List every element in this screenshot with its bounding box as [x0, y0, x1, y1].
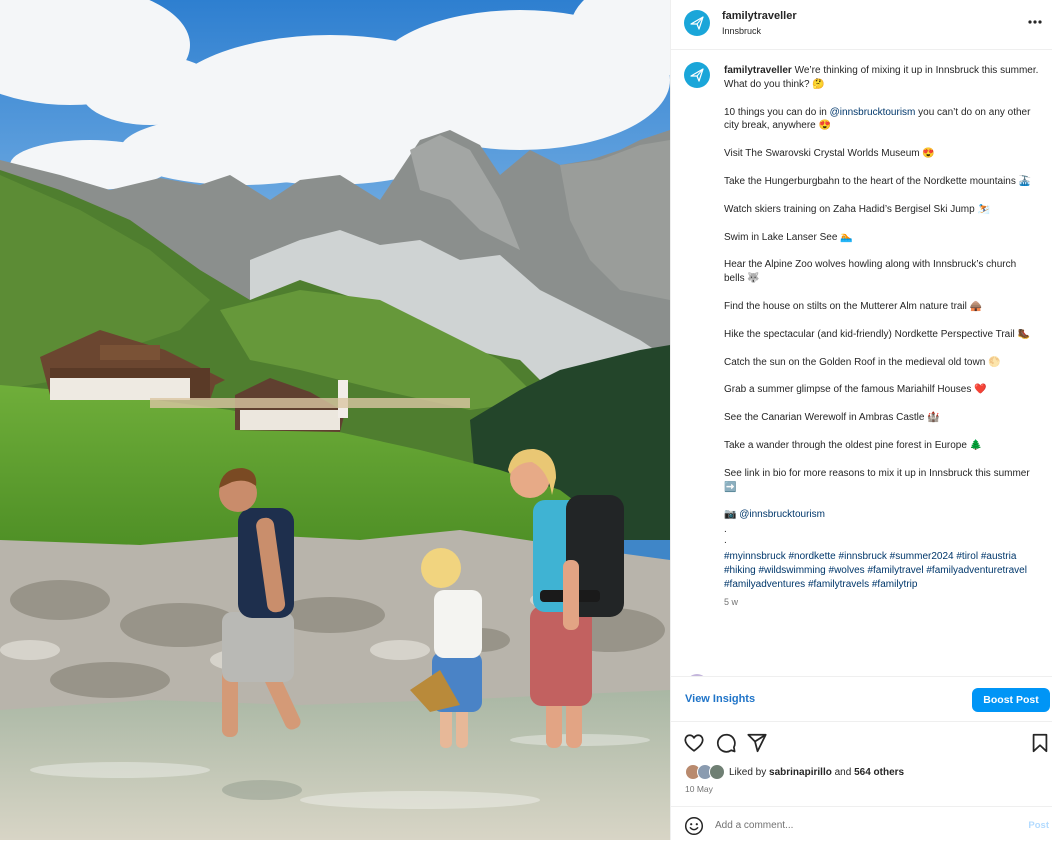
caption-area: familytraveller We’re thinking of mixing…: [671, 51, 1052, 676]
insights-bar: View Insights Boost Post: [671, 676, 1052, 722]
caption-item: Grab a summer glimpse of the famous Mari…: [724, 384, 987, 396]
likes-count[interactable]: 564 others: [854, 767, 904, 778]
caption-paragraph: 10 things you can do in @innsbrucktouris…: [724, 106, 1039, 134]
hashtag-link[interactable]: #familyadventuretravel: [926, 565, 1027, 576]
paper-plane-logo-icon: [690, 68, 704, 82]
post-date: 10 May: [685, 784, 713, 794]
send-icon: [747, 733, 767, 753]
like-button[interactable]: [683, 732, 707, 756]
emoji-button[interactable]: [684, 816, 704, 836]
more-options-button[interactable]: [1025, 12, 1045, 32]
comment-input[interactable]: [715, 815, 1015, 835]
hashtag-link[interactable]: #nordkette: [788, 551, 835, 562]
share-button[interactable]: [746, 732, 770, 756]
hashtag-link[interactable]: #austria: [981, 551, 1017, 562]
camera-icon: 📷: [724, 509, 737, 521]
instagram-post-view: familytraveller Innsbruck familytravelle…: [0, 0, 1052, 840]
post-photo[interactable]: [0, 0, 670, 840]
hashtag-link[interactable]: #familytrip: [872, 579, 918, 590]
caption-item: Visit The Swarovski Crystal Worlds Museu…: [724, 148, 935, 160]
post-time-ago: 5 w: [724, 596, 739, 607]
post-header: familytraveller Innsbruck: [671, 0, 1052, 50]
likes-prefix: Liked by: [729, 766, 767, 778]
caption-item: Watch skiers training on Zaha Hadid’s Be…: [724, 203, 990, 215]
hashtag-link[interactable]: #wildswimming: [758, 565, 825, 576]
likes-summary: Liked by sabrinapirillo and 564 others: [685, 763, 904, 781]
caption-item: Find the house on stilts on the Mutterer…: [724, 300, 983, 312]
liker-username[interactable]: sabrinapirillo: [769, 767, 832, 778]
boost-post-button[interactable]: Boost Post: [972, 688, 1050, 712]
save-button[interactable]: [1029, 732, 1052, 756]
account-avatar[interactable]: [684, 10, 710, 36]
hashtag-link[interactable]: #tirol: [956, 551, 978, 562]
liker-avatar: [709, 764, 725, 780]
caption-text: familytraveller We’re thinking of mixing…: [724, 64, 1039, 609]
hashtag-link[interactable]: #familyadventures: [724, 579, 805, 590]
comment-bar: Post: [671, 806, 1052, 840]
caption-item: Hike the spectacular (and kid-friendly) …: [724, 328, 1030, 340]
comment-button[interactable]: [715, 732, 739, 756]
hashtag-link[interactable]: #myinnsbruck: [724, 551, 786, 562]
caption-item: Take a wander through the oldest pine fo…: [724, 439, 983, 451]
caption-item: See the Canarian Werewolf in Ambras Cast…: [724, 412, 940, 424]
caption-item: Hear the Alpine Zoo wolves howling along…: [724, 259, 1017, 285]
header-username[interactable]: familytraveller: [722, 10, 797, 22]
caption-avatar[interactable]: [684, 62, 710, 88]
liker-avatars[interactable]: [685, 764, 725, 780]
post-side-panel: familytraveller Innsbruck familytravelle…: [670, 0, 1052, 840]
caption-dot: .: [724, 524, 727, 536]
caption-username[interactable]: familytraveller: [724, 65, 792, 76]
emoji-icon: [684, 816, 704, 836]
hashtag-link[interactable]: #summer2024: [890, 551, 954, 562]
view-insights-link[interactable]: View Insights: [685, 693, 755, 705]
mention-link[interactable]: @innsbrucktourism: [830, 107, 916, 118]
hashtag-link[interactable]: #familytravel: [867, 565, 923, 576]
caption-item: Take the Hungerburgbahn to the heart of …: [724, 175, 1032, 187]
hashtag-link[interactable]: #hiking: [724, 565, 756, 576]
action-bar: [671, 730, 1052, 758]
more-horizontal-icon: [1028, 20, 1042, 24]
hashtag-link[interactable]: #innsbruck: [839, 551, 887, 562]
photo-credit-mention[interactable]: @innsbrucktourism: [739, 509, 825, 520]
caption-item: Swim in Lake Lanser See 🏊: [724, 231, 853, 243]
photo-credit-line: 📷 @innsbrucktourism: [724, 508, 1039, 522]
hashtag-link[interactable]: #familytravels: [808, 579, 869, 590]
caption-intro: familytraveller We’re thinking of mixing…: [724, 64, 1039, 92]
hashtag-link[interactable]: #wolves: [829, 565, 865, 576]
hashtags: #myinnsbruck #nordkette #innsbruck #summ…: [724, 550, 1039, 591]
header-location[interactable]: Innsbruck: [722, 26, 761, 36]
likes-middle: and: [834, 766, 852, 778]
paper-plane-logo-icon: [690, 16, 704, 30]
caption-item: See link in bio for more reasons to mix …: [724, 467, 1030, 493]
photo-illustration: [0, 0, 670, 840]
comment-icon: [716, 733, 736, 753]
caption-item: Catch the sun on the Golden Roof in the …: [724, 356, 1001, 368]
heart-icon: [684, 734, 704, 752]
bookmark-icon: [1032, 733, 1048, 753]
post-comment-button[interactable]: Post: [1028, 820, 1049, 831]
caption-text-fragment: 10 things you can do in: [724, 106, 830, 118]
caption-dot: .: [724, 535, 727, 547]
